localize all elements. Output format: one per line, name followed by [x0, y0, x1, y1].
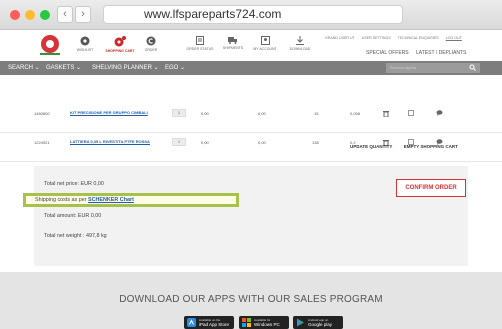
close-window-button[interactable]: [10, 10, 20, 20]
zoom-window-button[interactable]: [40, 10, 50, 20]
update-quantity-button[interactable]: UPDATE QUANTITY: [350, 144, 392, 149]
menu-ego[interactable]: EGO ⌄: [165, 64, 185, 71]
heart-icon: [80, 36, 90, 46]
quick-search-input[interactable]: Ricerca rapida: [386, 63, 480, 73]
latest-depliants-link[interactable]: LATEST / DEPLIANTS: [416, 50, 466, 56]
google-play-big: Google play: [308, 322, 333, 327]
googleplay-icon: [297, 318, 304, 327]
google-play-badge[interactable]: Android app on Google play: [293, 316, 343, 329]
app-store-big: iPad App Store: [199, 322, 230, 327]
item-price: 0,00: [201, 111, 209, 116]
schenker-chart-link[interactable]: SCHENKER Chart: [88, 197, 134, 203]
total-net-weight: Total net weight : 497,8 kg: [44, 233, 107, 239]
item-price: 0,00: [201, 140, 209, 145]
minimize-window-button[interactable]: [25, 10, 35, 20]
main-navbar: SEARCH ⌄ GASKETS ⌄ SHELVING PLANNER ⌄ EG…: [0, 61, 502, 75]
company-logo[interactable]: [36, 32, 64, 58]
my-account-link[interactable]: MY ACCOUNT: [250, 36, 280, 51]
windows-big: Windows PC: [254, 322, 280, 327]
item-total: 0,00: [258, 111, 266, 116]
truck-icon: [228, 37, 237, 44]
shipments-link[interactable]: SHIPMENTS: [218, 36, 248, 50]
shipping-costs-prefix: Shipping costs as per: [35, 197, 89, 203]
log-out-link[interactable]: LOG OUT: [446, 36, 462, 40]
order-icon: [146, 36, 156, 46]
item-description-link[interactable]: KIT PRECISIONE PER GRUPPO CIMBALI: [70, 110, 150, 116]
my-account-label: MY ACCOUNT: [253, 47, 277, 51]
windows-icon: [242, 318, 251, 327]
cart-actions: UPDATE QUANTITY EMPTY SHOPPING CART: [350, 144, 468, 149]
trash-icon[interactable]: [383, 110, 389, 117]
item-weight: 138: [312, 140, 319, 145]
special-links: SPECIAL OFFERS LATEST / DEPLIANTS: [366, 50, 472, 56]
footer: DOWNLOAD OUR APPS WITH OUR SALES PROGRAM…: [0, 272, 502, 329]
shipping-costs-highlight: Shipping costs as per SCHENKER Chart: [23, 193, 239, 207]
order-link[interactable]: ORDER: [139, 36, 163, 52]
quantity-input[interactable]: 1: [172, 109, 186, 117]
item-volume: 0,098: [350, 111, 361, 116]
app-store-badge[interactable]: Available on the iPad App Store: [184, 316, 234, 329]
item-total: 0,00: [258, 140, 266, 145]
shopping-cart-label: SHOPPING CART: [105, 49, 135, 53]
order-status-label: ORDER STATUS: [186, 47, 214, 51]
confirm-order-button[interactable]: CONFIRM ORDER: [396, 179, 466, 197]
cart-icon: [114, 36, 126, 47]
address-bar[interactable]: www.lfspareparts724.com: [103, 5, 403, 24]
chevron-right-icon[interactable]: ›: [75, 6, 91, 23]
download-icon: [296, 36, 304, 45]
shopping-cart-link[interactable]: SHOPPING CART: [100, 36, 140, 53]
status-icon: [196, 36, 204, 45]
comment-icon[interactable]: [436, 110, 443, 116]
account-icon: [260, 36, 270, 45]
shipments-label: SHIPMENTS: [222, 46, 244, 50]
download-link[interactable]: DOWNLOAD: [285, 36, 315, 51]
menu-shelving-planner[interactable]: SHELVING PLANNER ⌄: [92, 64, 159, 71]
item-weight: 15: [314, 111, 319, 116]
special-offers-link[interactable]: SPECIAL OFFERS: [366, 50, 409, 56]
item-description-link[interactable]: LATTIERA 0,35 L RIVESTITA PTFE ROSSA: [70, 139, 150, 145]
empty-cart-button[interactable]: EMPTY SHOPPING CART: [404, 144, 458, 149]
search-icon[interactable]: [469, 64, 476, 71]
wishlist-label: WISHLIST: [76, 48, 94, 52]
chevron-left-icon[interactable]: ‹: [57, 6, 73, 23]
shipping-costs-text: Shipping costs as per SCHENKER Chart: [35, 197, 134, 203]
menu-gaskets[interactable]: GASKETS ⌄: [46, 64, 81, 71]
windows-badge[interactable]: Available for Windows PC: [239, 316, 289, 329]
download-label: DOWNLOAD: [289, 47, 311, 51]
user-settings-link[interactable]: USER SETTINGS: [362, 36, 391, 40]
search-placeholder: Ricerca rapida: [390, 65, 416, 70]
menu-search[interactable]: SEARCH ⌄: [8, 64, 40, 71]
total-amount: Total amount: EUR 0,00: [44, 213, 102, 219]
order-status-link[interactable]: ORDER STATUS: [183, 36, 217, 51]
user-name-link[interactable]: GRAND USER UT: [325, 36, 355, 40]
wishlist-link[interactable]: WISHLIST: [68, 36, 102, 52]
browser-toolbar: ‹ › www.lfspareparts724.com: [0, 0, 502, 30]
total-net-price: Total net price: EUR 0,00: [44, 181, 104, 187]
quantity-input[interactable]: 1: [172, 138, 186, 146]
technical-enquiries-link[interactable]: TECHNICAL ENQUIRIES: [398, 36, 439, 40]
site-header: WISHLIST SHOPPING CART ORDER ORDER STATU…: [0, 30, 502, 60]
cart-row: 1460800 KIT PRECISIONE PER GRUPPO CIMBAL…: [0, 105, 502, 133]
item-code: 1460800: [34, 111, 50, 116]
checkbox-icon[interactable]: [408, 110, 414, 116]
download-apps-heading: DOWNLOAD OUR APPS WITH OUR SALES PROGRAM: [119, 294, 383, 305]
top-links: GRAND USER UT USER SETTINGS TECHNICAL EN…: [325, 36, 468, 40]
appstore-icon: [187, 318, 196, 327]
order-label: ORDER: [144, 48, 158, 52]
item-code: 1224921: [34, 140, 50, 145]
